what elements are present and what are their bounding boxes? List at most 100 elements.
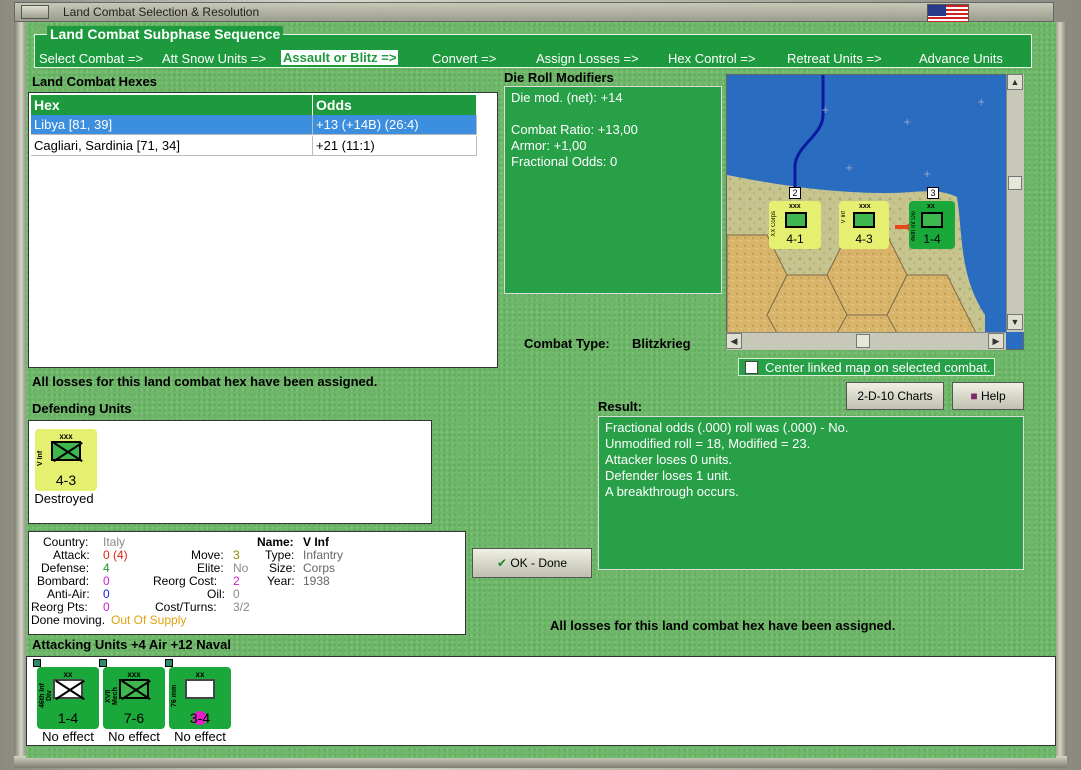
center-map-option[interactable]: Center linked map on selected combat. bbox=[738, 358, 996, 376]
svg-text:+: + bbox=[977, 97, 985, 108]
defending-title: Defending Units bbox=[32, 401, 132, 416]
step-advance-units[interactable]: Advance Units bbox=[919, 51, 1003, 66]
attacking-unit-counter[interactable]: xx 46th Inf Div 1-4 bbox=[33, 659, 99, 729]
svg-text:+: + bbox=[821, 105, 829, 116]
linked-map[interactable]: + + + + + xxx 4-1 XX Corps 2 xxx 4-3 V I… bbox=[726, 74, 1024, 350]
window-menu-button[interactable] bbox=[21, 5, 49, 19]
attacking-unit-counter[interactable]: xxx XVII Mech 7-6 bbox=[99, 659, 165, 729]
step-assault-or-blitz[interactable]: Assault or Blitz => bbox=[281, 50, 399, 65]
defense-label: Defense: bbox=[41, 561, 90, 575]
charts-button[interactable]: 2-D-10 Charts bbox=[846, 382, 944, 410]
unit-flag-icon bbox=[99, 659, 107, 667]
result-line: Attacker loses 0 units. bbox=[605, 452, 733, 467]
unit-value: 7-6 bbox=[123, 710, 145, 726]
scroll-right-icon[interactable]: ▶ bbox=[988, 333, 1004, 349]
result-line: A breakthrough occurs. bbox=[605, 484, 739, 499]
infantry-symbol-icon bbox=[53, 679, 83, 699]
unit-size: xxx bbox=[127, 670, 141, 679]
cost-turns-label: Cost/Turns: bbox=[155, 600, 217, 614]
map-horizontal-scrollbar[interactable]: ◀ ▶ bbox=[726, 332, 1006, 350]
move-value: 3 bbox=[233, 548, 240, 562]
check-icon: ✔ bbox=[496, 556, 507, 570]
step-convert[interactable]: Convert => bbox=[432, 51, 496, 66]
map-counter-46th-inf[interactable]: xx 1-4 46th Inf Div 3 bbox=[909, 187, 955, 249]
attacking-unit-counter[interactable]: xx 76 mm 3-4 bbox=[165, 659, 231, 729]
col-header-hex[interactable]: Hex bbox=[31, 95, 313, 115]
scroll-left-icon[interactable]: ◀ bbox=[726, 333, 742, 349]
antiair-value: 0 bbox=[103, 587, 110, 601]
title-bar: Land Combat Selection & Resolution bbox=[14, 2, 1054, 24]
step-assign-losses[interactable]: Assign Losses => bbox=[536, 51, 639, 66]
reorg-cost-label: Reorg Cost: bbox=[153, 574, 218, 588]
map-counter-value: 4-3 bbox=[855, 232, 873, 246]
name-value: V Inf bbox=[303, 535, 329, 549]
defending-units-panel: xxx V Inf 4-3 Destroyed bbox=[28, 420, 432, 524]
map-vertical-scrollbar[interactable]: ▲ ▼ bbox=[1006, 74, 1024, 332]
center-map-checkbox[interactable] bbox=[745, 361, 758, 374]
scroll-up-icon[interactable]: ▲ bbox=[1007, 74, 1023, 90]
infantry-symbol-icon bbox=[853, 212, 875, 228]
unit-value: 1-4 bbox=[57, 710, 79, 726]
artillery-symbol-icon bbox=[185, 679, 215, 699]
scroll-down-icon[interactable]: ▼ bbox=[1007, 314, 1023, 330]
reorg-pts-value: 0 bbox=[103, 600, 110, 614]
center-map-label: Center linked map on selected combat. bbox=[765, 360, 991, 375]
infantry-symbol-icon bbox=[785, 212, 807, 228]
losses-assigned-note: All losses for this land combat hex have… bbox=[32, 374, 378, 389]
result-panel: Fractional odds (.000) roll was (.000) -… bbox=[598, 416, 1024, 570]
step-select-combat[interactable]: Select Combat => bbox=[39, 51, 143, 66]
us-flag-icon bbox=[927, 4, 969, 24]
map-counter-size: xxx bbox=[789, 203, 801, 210]
step-retreat-units[interactable]: Retreat Units => bbox=[787, 51, 882, 66]
result-line: Defender loses 1 unit. bbox=[605, 468, 732, 483]
bombard-value: 0 bbox=[103, 574, 110, 588]
defense-value: 4 bbox=[103, 561, 110, 575]
scroll-thumb[interactable] bbox=[856, 334, 870, 348]
combat-ratio: Combat Ratio: +13,00 bbox=[511, 122, 638, 137]
result-title: Result: bbox=[598, 399, 643, 414]
armor-modifier: Armor: +1,00 bbox=[511, 138, 587, 153]
map-counter-size: xx bbox=[927, 203, 935, 210]
hex-cell: Libya [81, 39] bbox=[31, 115, 313, 135]
svg-text:+: + bbox=[903, 117, 911, 128]
done-moving-text: Done moving. bbox=[31, 613, 106, 627]
bombard-label: Bombard: bbox=[37, 574, 90, 588]
infantry-symbol-icon bbox=[921, 212, 943, 228]
ok-done-label: OK - Done bbox=[510, 556, 568, 570]
antiair-label: Anti-Air: bbox=[47, 587, 90, 601]
stack-count: 3 bbox=[927, 187, 939, 199]
hex-cell: Cagliari, Sardinia [71, 34] bbox=[31, 136, 313, 156]
stack-count: 2 bbox=[789, 187, 801, 199]
map-counter-xx-corps[interactable]: xxx 4-1 XX Corps 2 bbox=[769, 187, 821, 249]
step-hex-control[interactable]: Hex Control => bbox=[668, 51, 755, 66]
combat-type-label: Combat Type: bbox=[524, 336, 610, 351]
subphase-title: Land Combat Subphase Sequence bbox=[47, 26, 284, 42]
unit-value: 4-3 bbox=[55, 472, 77, 488]
year-value: 1938 bbox=[303, 574, 330, 588]
map-counter-name: 46th Inf Div bbox=[911, 211, 917, 242]
infantry-symbol-icon bbox=[51, 441, 81, 461]
hexes-title: Land Combat Hexes bbox=[32, 74, 157, 89]
name-label: Name: bbox=[257, 535, 294, 549]
map-counter-v-inf[interactable]: xxx 4-3 V Inf bbox=[839, 201, 889, 249]
unit-size: xx bbox=[195, 670, 205, 679]
unit-size: xxx bbox=[59, 432, 73, 441]
subphase-sequence: Land Combat Subphase Sequence Select Com… bbox=[34, 26, 1032, 68]
unit-name: V Inf bbox=[37, 450, 44, 466]
size-label: Size: bbox=[269, 561, 296, 575]
scroll-thumb[interactable] bbox=[1008, 176, 1022, 190]
step-att-snow-units[interactable]: Att Snow Units => bbox=[162, 51, 266, 66]
help-label: Help bbox=[980, 389, 1006, 403]
main-panel: Land Combat Subphase Sequence Select Com… bbox=[26, 22, 1056, 758]
ok-done-button[interactable]: ✔ OK - Done bbox=[472, 548, 592, 578]
svg-text:+: + bbox=[923, 169, 931, 180]
unit-flag-icon bbox=[165, 659, 173, 667]
cost-turns-value: 3/2 bbox=[233, 600, 250, 614]
defending-unit-counter[interactable]: xxx V Inf 4-3 bbox=[35, 429, 97, 491]
oil-label: Oil: bbox=[207, 587, 225, 601]
unit-name: 76 mm bbox=[171, 684, 178, 708]
help-button[interactable]: ■ Help bbox=[952, 382, 1024, 410]
map-counter-name: XX Corps bbox=[771, 211, 777, 237]
type-value: Infantry bbox=[303, 548, 344, 562]
col-header-odds[interactable]: Odds bbox=[313, 95, 477, 115]
